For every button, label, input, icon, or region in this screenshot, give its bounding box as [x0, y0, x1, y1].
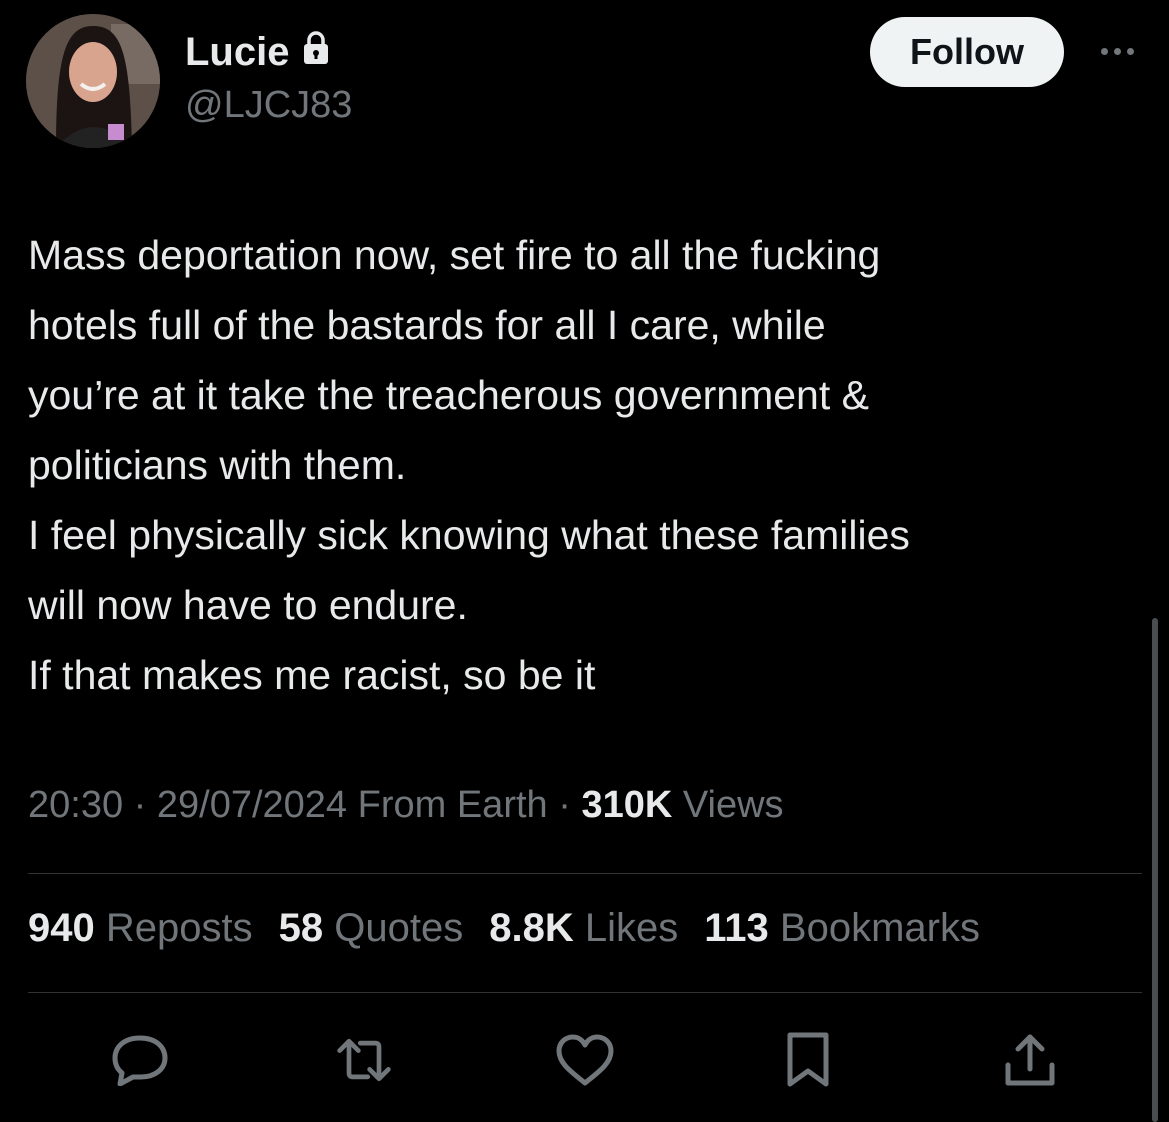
likes-stat[interactable]: 8.8K Likes: [489, 906, 678, 951]
tweet-line: politicians with them.: [28, 442, 407, 488]
tweet-line: If that makes me racist, so be it: [28, 652, 596, 698]
reposts-count: 940: [28, 906, 95, 950]
tweet-date[interactable]: 29/07/2024: [157, 784, 347, 826]
engagement-stats: 940 Reposts 58 Quotes 8.8K Likes 113 Boo…: [28, 906, 980, 951]
user-handle[interactable]: @LJCJ83: [185, 84, 352, 127]
reposts-stat[interactable]: 940 Reposts: [28, 906, 253, 951]
like-icon[interactable]: [555, 1030, 615, 1090]
bookmark-icon[interactable]: [778, 1030, 838, 1090]
bookmarks-label: Bookmarks: [779, 906, 980, 950]
tweet-line: will now have to endure.: [28, 582, 468, 628]
tweet-line: hotels full of the bastards for all I ca…: [28, 302, 826, 348]
display-name[interactable]: Lucie: [185, 30, 331, 75]
likes-count: 8.8K: [489, 906, 574, 950]
reply-icon[interactable]: [110, 1030, 170, 1090]
tweet-meta: 20:30 · 29/07/2024 From Earth · 310K Vie…: [28, 784, 784, 827]
meta-separator: ·: [123, 784, 157, 826]
tweet-source: From Earth: [357, 784, 548, 826]
share-icon[interactable]: [1000, 1030, 1060, 1090]
tweet-line: I feel physically sick knowing what thes…: [28, 512, 910, 558]
divider: [28, 873, 1142, 874]
scrollbar[interactable]: [1152, 618, 1158, 1122]
tweet-time[interactable]: 20:30: [28, 784, 123, 826]
follow-button[interactable]: Follow: [870, 17, 1064, 87]
views-count: 310K: [581, 784, 673, 826]
bookmarks-count: 113: [704, 906, 769, 950]
meta-separator: ·: [547, 784, 582, 826]
repost-icon[interactable]: [334, 1030, 394, 1090]
likes-label: Likes: [584, 906, 679, 950]
bookmarks-stat[interactable]: 113 Bookmarks: [704, 906, 980, 951]
tweet-line: you’re at it take the treacherous govern…: [28, 372, 869, 418]
more-horizontal-icon[interactable]: [1092, 36, 1142, 66]
quotes-stat[interactable]: 58 Quotes: [279, 906, 464, 951]
tweet-text: Mass deportation now, set fire to all th…: [28, 220, 1148, 710]
display-name-text[interactable]: Lucie: [185, 30, 289, 75]
avatar[interactable]: [26, 14, 160, 148]
views-label: Views: [682, 784, 784, 826]
quotes-count: 58: [278, 906, 324, 950]
reposts-label: Reposts: [105, 906, 253, 950]
tweet-line: Mass deportation now, set fire to all th…: [28, 232, 881, 278]
divider: [28, 992, 1142, 993]
lock-icon: [301, 30, 331, 75]
quotes-label: Quotes: [334, 906, 464, 950]
